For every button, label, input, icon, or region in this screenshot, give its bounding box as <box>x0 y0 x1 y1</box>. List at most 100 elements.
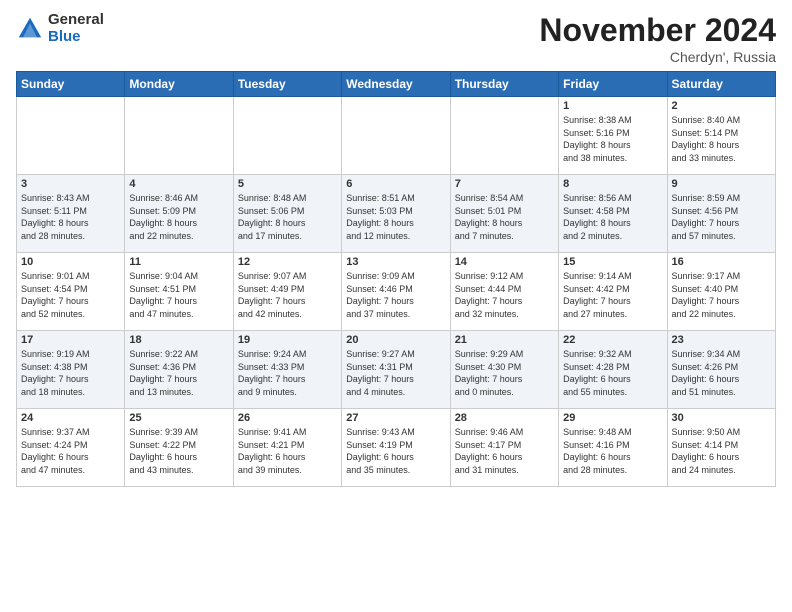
day-cell: 22 Sunrise: 9:32 AM Sunset: 4:28 PM Dayli… <box>559 331 667 409</box>
day-number: 10 <box>21 256 120 268</box>
header-sunday: Sunday <box>17 72 125 97</box>
day-info: Sunrise: 8:38 AM Sunset: 5:16 PM Dayligh… <box>563 114 662 164</box>
day-cell: 21Sunrise: 9:29 AM Sunset: 4:30 PM Dayli… <box>450 331 558 409</box>
day-info: Sunrise: 8:51 AM Sunset: 5:03 PM Dayligh… <box>346 192 445 242</box>
day-info: Sunrise: 9:37 AM Sunset: 4:24 PM Dayligh… <box>21 426 120 476</box>
day-info: Sunrise: 9:12 AM Sunset: 4:44 PM Dayligh… <box>455 270 554 320</box>
day-number: 22 <box>563 334 662 346</box>
day-number: 5 <box>238 178 337 190</box>
week-row-0: 1Sunrise: 8:38 AM Sunset: 5:16 PM Daylig… <box>17 97 776 175</box>
logo-text: General Blue <box>48 12 104 45</box>
day-number: 3 <box>21 178 120 190</box>
day-cell <box>17 97 125 175</box>
week-row-4: 24 Sunrise: 9:37 AM Sunset: 4:24 PM Dayli… <box>17 409 776 487</box>
calendar-header: SundayMondayTuesdayWednesdayThursdayFrid… <box>17 72 776 97</box>
day-number: 7 <box>455 178 554 190</box>
day-info: Sunrise: 8:40 AM Sunset: 5:14 PM Dayligh… <box>672 114 771 164</box>
day-cell: 6 Sunrise: 8:51 AM Sunset: 5:03 PM Daylig… <box>342 175 450 253</box>
day-info: Sunrise: 9:39 AM Sunset: 4:22 PM Dayligh… <box>129 426 228 476</box>
day-cell: 19 Sunrise: 9:24 AM Sunset: 4:33 PM Dayli… <box>233 331 341 409</box>
calendar-body: 1Sunrise: 8:38 AM Sunset: 5:16 PM Daylig… <box>17 97 776 487</box>
day-cell: 29 Sunrise: 9:48 AM Sunset: 4:16 PM Dayli… <box>559 409 667 487</box>
day-cell: 4Sunrise: 8:46 AM Sunset: 5:09 PM Daylig… <box>125 175 233 253</box>
day-cell: 7 Sunrise: 8:54 AM Sunset: 5:01 PM Daylig… <box>450 175 558 253</box>
day-number: 19 <box>238 334 337 346</box>
day-info: Sunrise: 8:56 AM Sunset: 4:58 PM Dayligh… <box>563 192 662 242</box>
day-info: Sunrise: 9:48 AM Sunset: 4:16 PM Dayligh… <box>563 426 662 476</box>
day-info: Sunrise: 8:54 AM Sunset: 5:01 PM Dayligh… <box>455 192 554 242</box>
day-cell: 15 Sunrise: 9:14 AM Sunset: 4:42 PM Dayli… <box>559 253 667 331</box>
day-number: 28 <box>455 412 554 424</box>
day-number: 26 <box>238 412 337 424</box>
header-friday: Friday <box>559 72 667 97</box>
day-cell: 18 Sunrise: 9:22 AM Sunset: 4:36 PM Dayli… <box>125 331 233 409</box>
day-number: 8 <box>563 178 662 190</box>
day-info: Sunrise: 8:43 AM Sunset: 5:11 PM Dayligh… <box>21 192 120 242</box>
day-number: 29 <box>563 412 662 424</box>
day-cell: 24 Sunrise: 9:37 AM Sunset: 4:24 PM Dayli… <box>17 409 125 487</box>
day-number: 6 <box>346 178 445 190</box>
day-number: 11 <box>129 256 228 268</box>
day-info: Sunrise: 9:09 AM Sunset: 4:46 PM Dayligh… <box>346 270 445 320</box>
logo-blue: Blue <box>48 29 104 46</box>
header-monday: Monday <box>125 72 233 97</box>
main-container: General Blue November 2024 Cherdyn', Rus… <box>0 0 792 495</box>
day-cell: 17Sunrise: 9:19 AM Sunset: 4:38 PM Dayli… <box>17 331 125 409</box>
title-section: November 2024 Cherdyn', Russia <box>539 12 776 65</box>
day-cell: 26 Sunrise: 9:41 AM Sunset: 4:21 PM Dayli… <box>233 409 341 487</box>
week-row-2: 10 Sunrise: 9:01 AM Sunset: 4:54 PM Dayli… <box>17 253 776 331</box>
day-cell: 1Sunrise: 8:38 AM Sunset: 5:16 PM Daylig… <box>559 97 667 175</box>
day-info: Sunrise: 9:27 AM Sunset: 4:31 PM Dayligh… <box>346 348 445 398</box>
day-info: Sunrise: 9:17 AM Sunset: 4:40 PM Dayligh… <box>672 270 771 320</box>
day-cell: 16 Sunrise: 9:17 AM Sunset: 4:40 PM Dayli… <box>667 253 775 331</box>
day-number: 23 <box>672 334 771 346</box>
subtitle: Cherdyn', Russia <box>539 49 776 65</box>
day-cell: 2Sunrise: 8:40 AM Sunset: 5:14 PM Daylig… <box>667 97 775 175</box>
day-info: Sunrise: 9:14 AM Sunset: 4:42 PM Dayligh… <box>563 270 662 320</box>
day-cell: 8 Sunrise: 8:56 AM Sunset: 4:58 PM Daylig… <box>559 175 667 253</box>
day-cell: 3 Sunrise: 8:43 AM Sunset: 5:11 PM Daylig… <box>17 175 125 253</box>
day-number: 25 <box>129 412 228 424</box>
day-cell <box>342 97 450 175</box>
logo: General Blue <box>16 12 104 45</box>
day-info: Sunrise: 9:04 AM Sunset: 4:51 PM Dayligh… <box>129 270 228 320</box>
day-info: Sunrise: 9:32 AM Sunset: 4:28 PM Dayligh… <box>563 348 662 398</box>
day-info: Sunrise: 9:01 AM Sunset: 4:54 PM Dayligh… <box>21 270 120 320</box>
day-cell: 23 Sunrise: 9:34 AM Sunset: 4:26 PM Dayli… <box>667 331 775 409</box>
day-number: 13 <box>346 256 445 268</box>
day-cell: 30 Sunrise: 9:50 AM Sunset: 4:14 PM Dayli… <box>667 409 775 487</box>
day-cell: 20 Sunrise: 9:27 AM Sunset: 4:31 PM Dayli… <box>342 331 450 409</box>
day-info: Sunrise: 9:50 AM Sunset: 4:14 PM Dayligh… <box>672 426 771 476</box>
day-info: Sunrise: 9:29 AM Sunset: 4:30 PM Dayligh… <box>455 348 554 398</box>
calendar-table: SundayMondayTuesdayWednesdayThursdayFrid… <box>16 71 776 487</box>
day-cell: 9Sunrise: 8:59 AM Sunset: 4:56 PM Daylig… <box>667 175 775 253</box>
logo-general: General <box>48 12 104 29</box>
day-number: 20 <box>346 334 445 346</box>
day-number: 16 <box>672 256 771 268</box>
day-info: Sunrise: 9:19 AM Sunset: 4:38 PM Dayligh… <box>21 348 120 398</box>
day-info: Sunrise: 9:34 AM Sunset: 4:26 PM Dayligh… <box>672 348 771 398</box>
day-cell: 27 Sunrise: 9:43 AM Sunset: 4:19 PM Dayli… <box>342 409 450 487</box>
day-info: Sunrise: 9:07 AM Sunset: 4:49 PM Dayligh… <box>238 270 337 320</box>
day-info: Sunrise: 9:22 AM Sunset: 4:36 PM Dayligh… <box>129 348 228 398</box>
day-cell: 12Sunrise: 9:07 AM Sunset: 4:49 PM Dayli… <box>233 253 341 331</box>
day-number: 27 <box>346 412 445 424</box>
day-number: 24 <box>21 412 120 424</box>
day-cell <box>450 97 558 175</box>
day-cell: 14Sunrise: 9:12 AM Sunset: 4:44 PM Dayli… <box>450 253 558 331</box>
day-number: 30 <box>672 412 771 424</box>
month-title: November 2024 <box>539 12 776 49</box>
header-row: General Blue November 2024 Cherdyn', Rus… <box>16 12 776 65</box>
day-info: Sunrise: 9:24 AM Sunset: 4:33 PM Dayligh… <box>238 348 337 398</box>
logo-icon <box>16 15 44 43</box>
week-row-1: 3 Sunrise: 8:43 AM Sunset: 5:11 PM Daylig… <box>17 175 776 253</box>
day-info: Sunrise: 9:41 AM Sunset: 4:21 PM Dayligh… <box>238 426 337 476</box>
header-saturday: Saturday <box>667 72 775 97</box>
day-cell: 5Sunrise: 8:48 AM Sunset: 5:06 PM Daylig… <box>233 175 341 253</box>
week-row-3: 17Sunrise: 9:19 AM Sunset: 4:38 PM Dayli… <box>17 331 776 409</box>
day-cell: 11 Sunrise: 9:04 AM Sunset: 4:51 PM Dayli… <box>125 253 233 331</box>
day-cell: 10 Sunrise: 9:01 AM Sunset: 4:54 PM Dayli… <box>17 253 125 331</box>
day-number: 18 <box>129 334 228 346</box>
day-number: 15 <box>563 256 662 268</box>
day-info: Sunrise: 9:43 AM Sunset: 4:19 PM Dayligh… <box>346 426 445 476</box>
